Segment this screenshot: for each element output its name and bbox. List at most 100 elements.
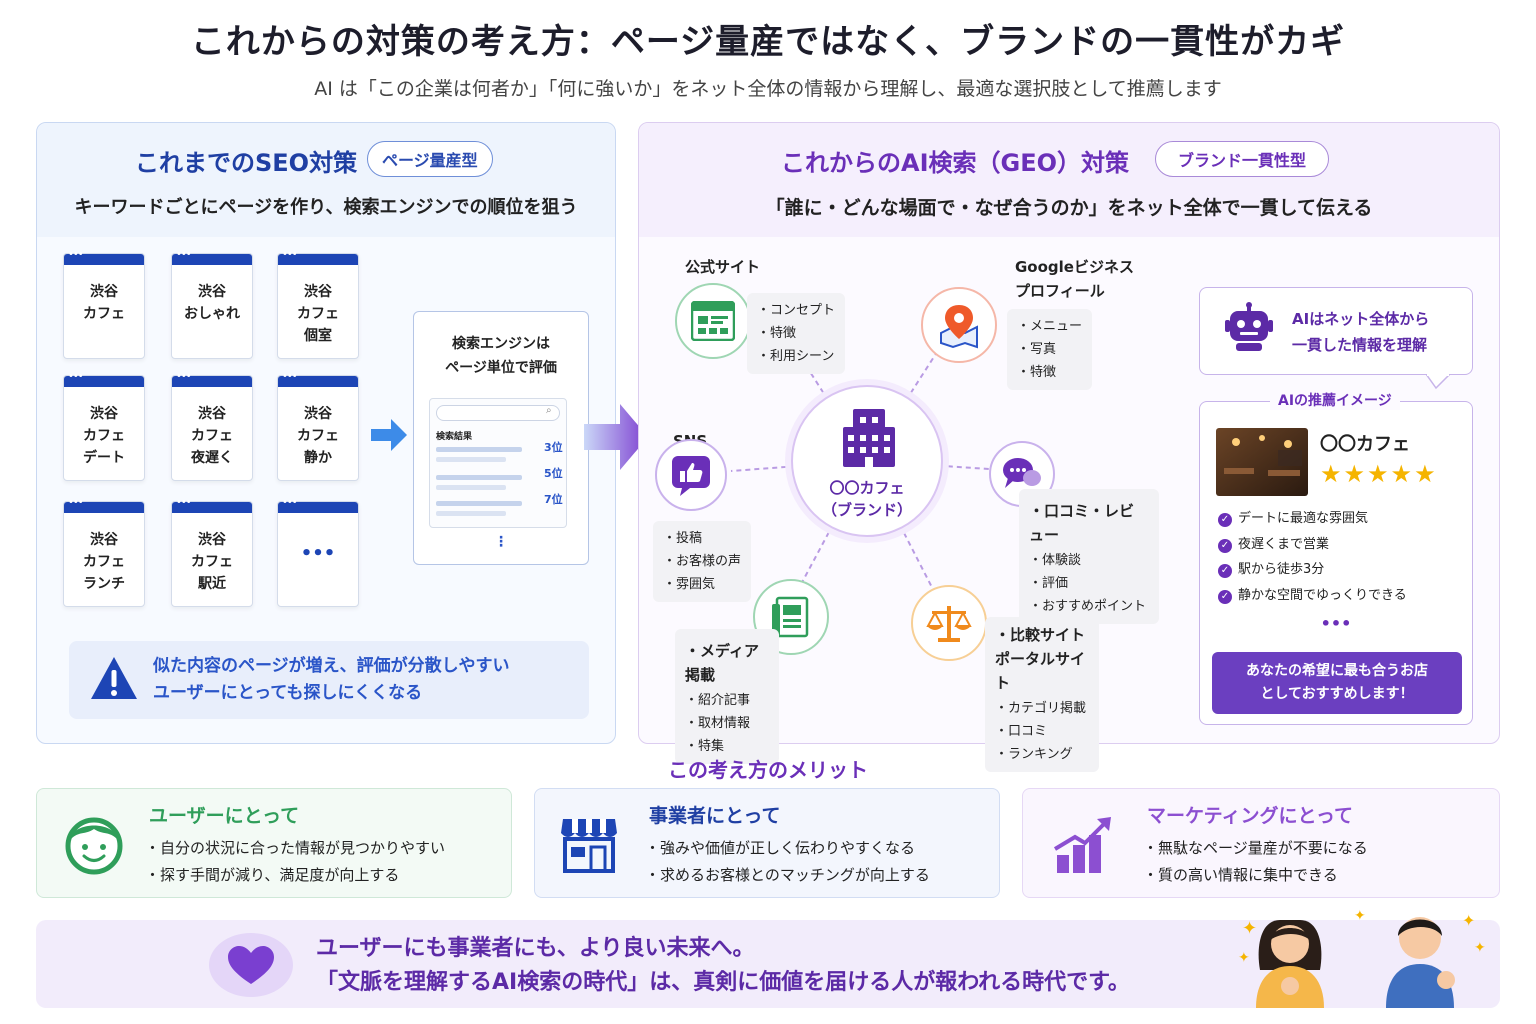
bullet-item: 取材情報 — [685, 712, 769, 735]
map-pin-icon — [940, 305, 978, 349]
warning-icon — [91, 657, 137, 699]
bullet-item: 評価 — [1029, 572, 1149, 595]
page-card: 渋谷 カフェ — [63, 249, 145, 359]
recommendation-title: AIの推薦イメージ — [1270, 390, 1400, 410]
point-text: 駅から徒歩3分 — [1238, 562, 1325, 577]
google-business-node — [921, 287, 997, 363]
merit-line: 無駄なページ量産が不要になる — [1143, 835, 1368, 862]
bullet-item: 体験談 — [1029, 549, 1149, 572]
merits-title: この考え方のメリット — [668, 758, 868, 782]
geo-panel: これからのAI検索（GEO）対策 ブランド一貫性型 「誰に・どんな場面で・なぜ合… — [638, 122, 1500, 772]
merit-line: 強みや価値が正しく伝わりやすくなる — [645, 835, 930, 862]
node-official-label: 公式サイト — [685, 258, 761, 276]
page-card: 渋谷 カフェ デート — [63, 371, 145, 481]
check-icon: ✓ — [1218, 513, 1232, 527]
arrow-right-icon — [371, 419, 407, 451]
seo-badge: ページ量産型 — [367, 141, 493, 177]
merit-user: ユーザーにとって 自分の状況に合った情報が見つかりやすい 探す手間が減り、満足度… — [36, 788, 512, 898]
more-results: ⋮ — [494, 534, 508, 550]
more-dots: ••• — [1320, 614, 1352, 633]
store-icon — [561, 819, 617, 873]
website-icon — [691, 301, 735, 341]
svg-text:✦: ✦ — [1238, 950, 1250, 966]
bullet-item: 口コミ — [995, 720, 1089, 743]
heart-icon — [209, 933, 293, 997]
footer-message: ユーザーにも事業者にも、より良い未来へ。 「文脈を理解するAI検索の時代」は、真… — [316, 936, 1130, 995]
brand-hub: 〇〇カフェ （ブランド） — [791, 385, 943, 537]
point-text: 静かな空間でゆっくりできる — [1238, 587, 1407, 603]
bullet-item: 特徴 — [757, 322, 835, 345]
robot-icon — [1225, 302, 1273, 351]
page-card-text: 渋谷 カフェ 静か — [297, 406, 339, 466]
bullet-item: 紹介記事 — [685, 689, 769, 712]
node-media-label: メディア掲載 — [685, 639, 769, 687]
merit-title: 事業者にとって — [649, 805, 781, 827]
merit-business: 事業者にとって 強みや価値が正しく伝わりやすくなる 求めるお客様とのマッチングが… — [534, 788, 1000, 898]
rank-label: 7位 — [544, 493, 563, 506]
merit-line: 求めるお客様とのマッチングが向上する — [645, 862, 930, 889]
point-text: 夜遅くまで営業 — [1238, 536, 1330, 552]
merit-lines: 強みや価値が正しく伝わりやすくなる 求めるお客様とのマッチングが向上する — [645, 835, 930, 889]
warning-box: 似た内容のページが増え、評価が分散しやすい ユーザーにとっても探しにくくなる — [69, 641, 589, 719]
sns-node — [655, 439, 727, 511]
merit-line: 質の高い情報に集中できる — [1143, 862, 1368, 889]
merit-marketing: マーケティングにとって 無駄なページ量産が不要になる 質の高い情報に集中できる — [1022, 788, 1500, 898]
brand-hub-label: 〇〇カフェ （ブランド） — [821, 479, 912, 519]
rank-label: 3位 — [544, 441, 563, 454]
bubble-tail — [1426, 374, 1452, 390]
recommend-button[interactable]: あなたの希望に最も合うお店 としておすすめします！ — [1212, 652, 1462, 714]
merit-title: マーケティングにとって — [1147, 805, 1353, 827]
bullet-item: カテゴリ掲載 — [995, 697, 1089, 720]
seo-panel-title: これまでのSEO対策 — [135, 149, 358, 177]
cafe-name: 〇〇カフェ — [1320, 434, 1410, 455]
page-card-text: 渋谷 カフェ 駅近 — [191, 532, 233, 592]
bullet-item: 雰囲気 — [663, 573, 741, 596]
svg-text:✦: ✦ — [1354, 908, 1366, 924]
media-items: メディア掲載 紹介記事 取材情報 特集 — [675, 629, 779, 764]
merit-title: ユーザーにとって — [149, 805, 300, 827]
more-dots: ••• — [300, 543, 336, 564]
search-results-window: ⌕ 検索結果 3位 5位 7位 — [429, 398, 567, 528]
svg-text:✦: ✦ — [1242, 918, 1257, 939]
bullet-item: おすすめポイント — [1029, 595, 1149, 618]
search-icon: ⌕ — [546, 405, 552, 416]
page-card-text: 渋谷 カフェ 個室 — [297, 284, 339, 344]
check-icon: ✓ — [1218, 538, 1232, 553]
page-card-more: ••• — [277, 497, 359, 607]
cafe-photo — [1216, 428, 1308, 496]
page-card: 渋谷 カフェ 静か — [277, 371, 359, 481]
node-google-label: Googleビジネス プロフィール — [1015, 258, 1134, 300]
bullet-item: 利用シーン — [757, 345, 835, 368]
search-engine-title: 検索エンジンは ページ単位で評価 — [445, 336, 557, 376]
svg-text:✦: ✦ — [1474, 940, 1486, 956]
page-card: 渋谷 カフェ 駅近 — [171, 497, 253, 607]
results-label: 検索結果 — [436, 432, 473, 442]
thumbs-up-icon — [672, 456, 710, 496]
svg-text:✦: ✦ — [1462, 911, 1475, 930]
point-text: デートに最適な雰囲気 — [1238, 511, 1369, 526]
people-illustration: ✦ ✦ ✦ ✦ ✦ — [1238, 908, 1486, 1008]
comparison-site-node — [911, 585, 987, 661]
bullet-item: コンセプト — [757, 299, 835, 322]
user-face-icon — [65, 817, 123, 875]
page-card-text: 渋谷 カフェ — [83, 284, 125, 322]
search-engine-box: 検索エンジンは ページ単位で評価 ⌕ 検索結果 3位 5位 7位 ⋮ — [413, 311, 589, 565]
ai-understanding-bubble: AIはネット全体から 一貫した情報を理解 — [1199, 287, 1473, 390]
official-site-node — [675, 283, 751, 359]
check-icon: ✓ — [1218, 564, 1232, 578]
check-icon: ✓ — [1218, 589, 1232, 604]
bullet-item: メニュー — [1017, 315, 1082, 338]
page-card-text: 渋谷 カフェ デート — [83, 406, 125, 466]
footer-banner: ユーザーにも事業者にも、より良い未来へ。 「文脈を理解するAI検索の時代」は、真… — [36, 908, 1500, 1008]
merit-line: 自分の状況に合った情報が見つかりやすい — [145, 835, 445, 862]
page-title: これからの対策の考え方：ページ量産ではなく、ブランドの一貫性がカギ — [190, 22, 1346, 62]
growth-chart-icon — [1053, 817, 1111, 873]
sns-items: 投稿 お客様の声 雰囲気 — [653, 521, 752, 602]
ai-bubble-text: AIはネット全体から 一貫した情報を理解 — [1292, 310, 1430, 354]
star-rating: ★★★★★ — [1320, 460, 1438, 488]
merit-line: 探す手間が減り、満足度が向上する — [145, 862, 445, 889]
merit-lines: 無駄なページ量産が不要になる 質の高い情報に集中できる — [1143, 835, 1368, 889]
bullet-item: 投稿 — [663, 527, 741, 550]
scale-icon — [926, 606, 972, 642]
node-portal-label: 比較サイト ポータルサイト — [995, 623, 1089, 695]
